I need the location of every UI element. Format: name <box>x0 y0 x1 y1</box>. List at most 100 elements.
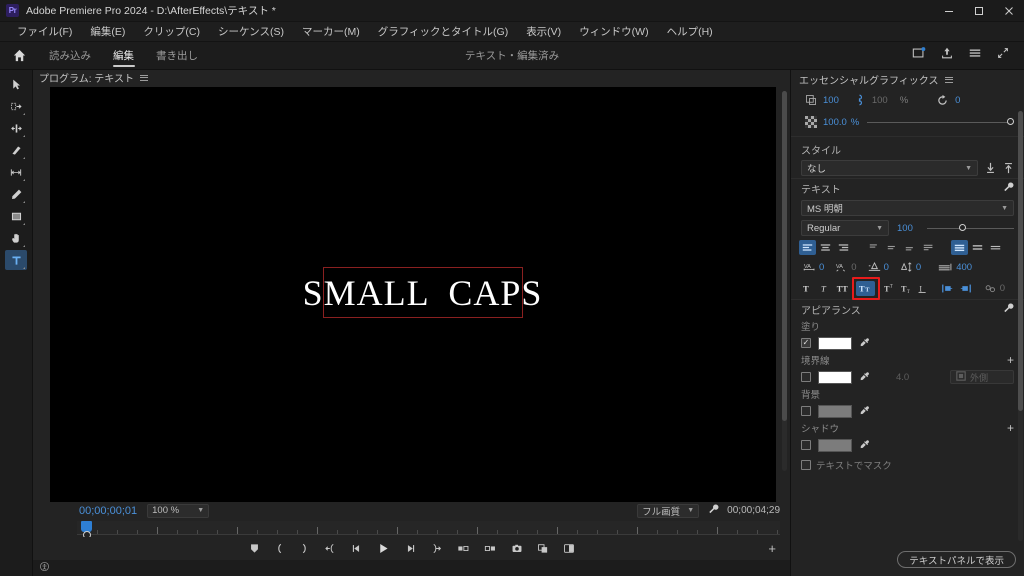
fill-checkbox[interactable] <box>801 338 811 348</box>
tab-import[interactable]: 読み込み <box>38 42 102 70</box>
font-size-slider-knob[interactable] <box>958 224 966 231</box>
eyedropper-icon[interactable] <box>859 337 871 349</box>
monitor-scrubber-track[interactable] <box>77 520 780 535</box>
add-shadow-button[interactable]: + <box>1007 422 1014 434</box>
essential-graphics-scrollbar[interactable] <box>1018 111 1023 541</box>
slip-tool[interactable] <box>5 162 27 182</box>
justify-all-button[interactable] <box>951 240 968 255</box>
mask-with-text-row[interactable]: テキストでマスク <box>791 455 1024 475</box>
line-spacing-metric[interactable]: 400 <box>938 261 972 273</box>
razor-tool[interactable] <box>5 140 27 160</box>
go-to-out-icon[interactable] <box>430 543 443 554</box>
type-tool[interactable] <box>5 250 27 270</box>
button-editor-icon[interactable]: + <box>768 542 776 555</box>
comparison-view-icon[interactable] <box>537 543 549 554</box>
eyedropper-icon[interactable] <box>859 371 871 383</box>
align-left-button[interactable] <box>799 240 816 255</box>
fill-color-swatch[interactable] <box>818 336 852 350</box>
selection-tool[interactable] <box>5 74 27 94</box>
menu-marker[interactable]: マーカー(M) <box>293 22 369 42</box>
lift-icon[interactable] <box>457 543 470 554</box>
background-color-swatch[interactable] <box>818 404 852 418</box>
panel-menu-icon[interactable] <box>139 74 148 81</box>
align-center-button[interactable] <box>817 240 834 255</box>
tsume-metric[interactable]: 0 <box>984 283 1005 294</box>
extract-icon[interactable] <box>484 543 497 554</box>
step-forward-icon[interactable] <box>404 543 416 554</box>
add-stroke-button[interactable]: + <box>1007 354 1014 366</box>
align-middle-button[interactable] <box>884 240 901 255</box>
show-in-text-panel-button[interactable]: テキストパネルで表示 <box>897 551 1016 568</box>
fullscreen-icon[interactable] <box>996 46 1010 65</box>
rectangle-tool[interactable] <box>5 206 27 226</box>
menu-clip[interactable]: クリップ(C) <box>134 22 209 42</box>
playhead-marker[interactable] <box>81 520 92 532</box>
zoom-level-select[interactable]: 100 % ▼ <box>147 503 210 518</box>
stroke-width-value[interactable]: 4.0 <box>896 372 909 383</box>
maximize-icon[interactable] <box>964 0 994 22</box>
export-frame-icon[interactable] <box>511 543 523 554</box>
style-select[interactable]: なし ▼ <box>801 160 978 176</box>
opacity-slider-knob[interactable] <box>1007 118 1014 125</box>
shadow-color-swatch[interactable] <box>818 438 852 452</box>
tab-export[interactable]: 書き出し <box>145 42 209 70</box>
justify-last-left-button[interactable] <box>920 240 937 255</box>
scale-value[interactable]: 100 <box>823 95 839 106</box>
video-canvas[interactable]: SMALL CAPS <box>49 87 776 502</box>
font-size-value[interactable]: 100 <box>897 223 913 234</box>
opacity-slider[interactable] <box>867 118 1014 125</box>
text-selection-box[interactable]: SMALL CAPS <box>303 267 541 318</box>
menu-view[interactable]: 表示(V) <box>517 22 570 42</box>
menu-graphics-and-titles[interactable]: グラフィックとタイトル(G) <box>369 22 517 42</box>
ripple-edit-tool[interactable] <box>5 118 27 138</box>
background-checkbox[interactable] <box>801 406 811 416</box>
tracking-metric[interactable]: VA 0 <box>803 261 824 273</box>
pen-tool[interactable] <box>5 184 27 204</box>
panel-menu-icon[interactable] <box>944 76 953 83</box>
menu-help[interactable]: ヘルプ(H) <box>658 22 722 42</box>
new-project-icon[interactable] <box>912 46 926 65</box>
mask-with-text-checkbox[interactable] <box>801 460 811 470</box>
wrench-icon[interactable] <box>1002 302 1014 317</box>
font-family-select[interactable]: MS 明朝 ▼ <box>801 200 1014 216</box>
small-caps-button[interactable]: TT <box>856 280 876 296</box>
stroke-mode-select[interactable]: 外側 <box>950 370 1014 384</box>
wrench-icon[interactable] <box>1002 181 1014 196</box>
stroke-checkbox[interactable] <box>801 372 811 382</box>
link-icon[interactable] <box>855 94 864 106</box>
close-icon[interactable] <box>994 0 1024 22</box>
monitor-vertical-scrollbar[interactable] <box>782 91 787 471</box>
home-icon[interactable] <box>0 42 38 70</box>
distribute-button[interactable] <box>969 240 986 255</box>
minimize-icon[interactable] <box>934 0 964 22</box>
faux-bold-button[interactable]: T <box>801 281 813 296</box>
font-style-select[interactable]: Regular ▼ <box>801 220 889 236</box>
playback-quality-select[interactable]: フル画質 ▼ <box>637 503 700 518</box>
text-direction-horizontal-button[interactable] <box>941 281 954 296</box>
font-size-slider[interactable] <box>926 224 1014 231</box>
list-view-icon[interactable] <box>968 46 982 65</box>
align-right-button[interactable] <box>835 240 852 255</box>
play-icon[interactable] <box>377 542 390 555</box>
wrench-icon[interactable] <box>707 503 719 518</box>
step-back-icon[interactable] <box>351 543 363 554</box>
faux-italic-button[interactable]: T <box>819 281 831 296</box>
leading-metric[interactable]: 0 <box>900 261 921 273</box>
stroke-color-swatch[interactable] <box>818 370 852 384</box>
rotation-value[interactable]: 0 <box>955 95 960 106</box>
tab-edit[interactable]: 編集 <box>102 42 145 70</box>
baseline-shift-metric[interactable]: 0 <box>868 261 889 273</box>
scale-height-value[interactable]: 100 <box>872 95 888 106</box>
align-top-button[interactable] <box>866 240 883 255</box>
menu-window[interactable]: ウィンドウ(W) <box>570 22 657 42</box>
underline-button[interactable]: I <box>917 281 929 296</box>
mark-out-icon[interactable] <box>299 543 310 554</box>
accessibility-icon[interactable] <box>39 559 50 576</box>
push-up-icon[interactable] <box>1003 162 1014 174</box>
all-caps-button[interactable]: TT <box>836 281 850 296</box>
export-icon[interactable] <box>940 46 954 65</box>
opacity-value[interactable]: 100.0 <box>823 117 847 128</box>
kerning-metric[interactable]: VA 0 <box>835 261 856 273</box>
mark-in-icon[interactable] <box>274 543 285 554</box>
text-flow-button[interactable] <box>987 240 1004 255</box>
